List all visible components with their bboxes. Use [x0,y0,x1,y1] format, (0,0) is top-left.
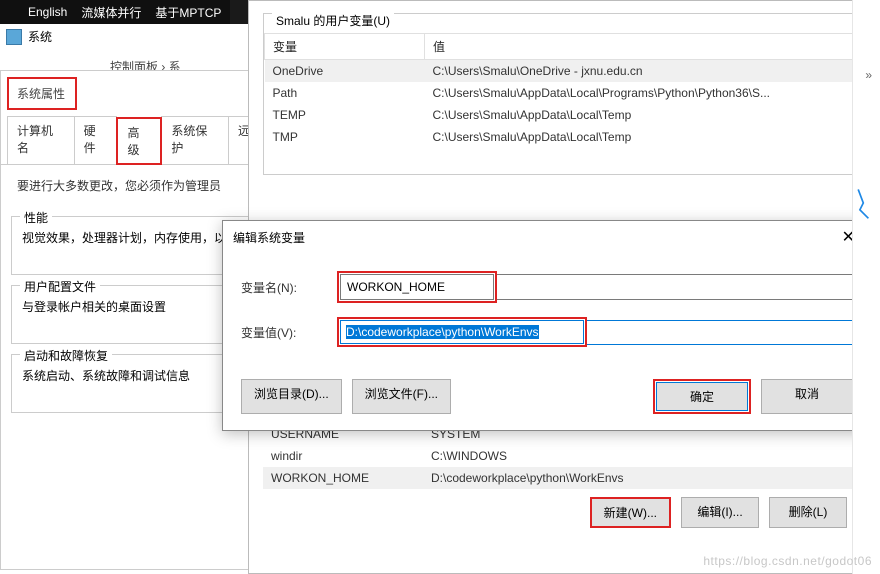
browser-tabs-bar: English 流媒体并行 基于MPTCP [0,0,230,24]
system-properties-dialog: 系统属性 计算机名 硬件 高级 系统保护 远 要进行大多数更改，您必须作为管理员… [0,70,260,570]
computer-icon [6,29,22,45]
dialog-titlebar: 编辑系统变量 ✕ [223,221,871,253]
table-row[interactable]: PathC:\Users\Smalu\AppData\Local\Program… [265,82,856,104]
cancel-button[interactable]: 取消 [761,379,853,414]
user-variables-group: Smalu 的用户变量(U) 变量 值 OneDriveC:\Users\Sma… [263,13,857,175]
new-button[interactable]: 新建(W)... [590,497,671,528]
tab-label[interactable]: 流媒体并行 [81,4,141,21]
tab-computer-name[interactable]: 计算机名 [7,116,75,164]
edit-button[interactable]: 编辑(I)... [681,497,759,528]
table-row[interactable]: windirC:\WINDOWS [263,445,857,467]
user-vars-title: Smalu 的用户变量(U) [272,12,394,29]
browse-dir-button[interactable]: 浏览目录(D)... [241,379,342,414]
user-vars-table: 变量 值 OneDriveC:\Users\Smalu\OneDrive - j… [264,33,856,148]
group-performance: 性能 视觉效果，处理器计划，内存使用，以 [11,216,249,275]
variable-value-field-ext[interactable] [585,320,853,345]
group-title: 用户配置文件 [20,278,100,295]
table-row[interactable]: WORKON_HOMED:\codeworkplace\python\WorkE… [263,467,857,489]
system-label: 系统 [28,28,52,45]
admin-note: 要进行大多数更改，您必须作为管理员 [1,165,259,206]
system-window-caption: 系统 [6,28,52,45]
group-desc: 与登录帐户相关的桌面设置 [22,298,238,315]
watermark-text: https://blog.csdn.net/godot06 [703,554,872,568]
system-vars-buttons: 新建(W)... 编辑(I)... 删除(L) [263,489,857,530]
variable-name-label: 变量名(N): [241,279,337,296]
dialog-title: 编辑系统变量 [233,229,305,246]
selected-value-text: D:\codeworkplace\python\WorkEnvs [346,325,539,339]
browse-file-button[interactable]: 浏览文件(F)... [352,379,451,414]
tab-label[interactable]: 基于MPTCP [155,4,221,21]
edit-system-variable-dialog: 编辑系统变量 ✕ 变量名(N): 变量值(V): D:\codeworkplac… [222,220,872,431]
activity-squiggle-icon [856,186,874,220]
tabs-row: 计算机名 硬件 高级 系统保护 远 [1,116,259,165]
group-title: 启动和故障恢复 [20,347,112,364]
group-user-profile: 用户配置文件 与登录帐户相关的桌面设置 [11,285,249,344]
group-title: 性能 [20,209,52,226]
group-startup: 启动和故障恢复 系统启动、系统故障和调试信息 [11,354,249,413]
delete-button[interactable]: 删除(L) [769,497,847,528]
variable-value-label: 变量值(V): [241,324,337,341]
table-row[interactable]: TEMPC:\Users\Smalu\AppData\Local\Temp [265,104,856,126]
variable-value-field[interactable]: D:\codeworkplace\python\WorkEnvs [340,320,584,344]
group-desc: 系统启动、系统故障和调试信息 [22,367,238,384]
tab-hardware[interactable]: 硬件 [74,116,118,164]
table-row[interactable]: TMPC:\Users\Smalu\AppData\Local\Temp [265,126,856,148]
ok-button[interactable]: 确定 [656,382,748,411]
table-row[interactable]: OneDriveC:\Users\Smalu\OneDrive - jxnu.e… [265,60,856,83]
col-value[interactable]: 值 [425,34,856,60]
group-desc: 视觉效果，处理器计划，内存使用，以 [22,229,238,246]
variable-name-field[interactable] [340,274,494,300]
right-strip: » [852,0,880,574]
tab-label[interactable]: English [28,5,67,19]
variable-name-field-ext[interactable] [495,274,853,300]
dialog-title: 系统属性 [7,77,77,110]
chevron-icon[interactable]: » [865,68,872,82]
tab-system-protection[interactable]: 系统保护 [161,116,229,164]
tab-advanced[interactable]: 高级 [116,117,162,165]
col-variable[interactable]: 变量 [265,34,425,60]
